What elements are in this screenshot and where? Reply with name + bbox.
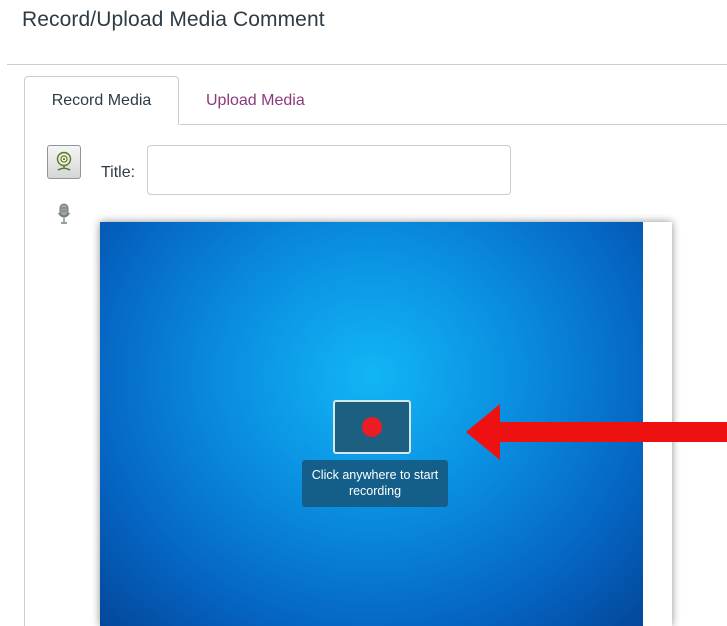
- webcam-button[interactable]: [47, 145, 81, 179]
- panel-border: [24, 124, 25, 626]
- record-hint: Click anywhere to start recording: [302, 460, 448, 507]
- arrow-left-icon: [466, 404, 727, 460]
- record-icon: [362, 417, 382, 437]
- webcam-icon: [56, 151, 72, 171]
- tab-bar-divider: [180, 124, 727, 125]
- tab-upload-media[interactable]: Upload Media: [196, 78, 315, 124]
- dialog-title: Record/Upload Media Comment: [22, 8, 325, 31]
- title-divider: [7, 64, 727, 65]
- title-label: Title:: [101, 164, 136, 181]
- tab-record-media[interactable]: Record Media: [24, 76, 179, 125]
- media-comment-dialog: Record/Upload Media Comment Record Media…: [0, 0, 727, 626]
- title-input[interactable]: [147, 145, 511, 195]
- record-button[interactable]: [333, 400, 411, 454]
- microphone-icon[interactable]: [57, 203, 71, 225]
